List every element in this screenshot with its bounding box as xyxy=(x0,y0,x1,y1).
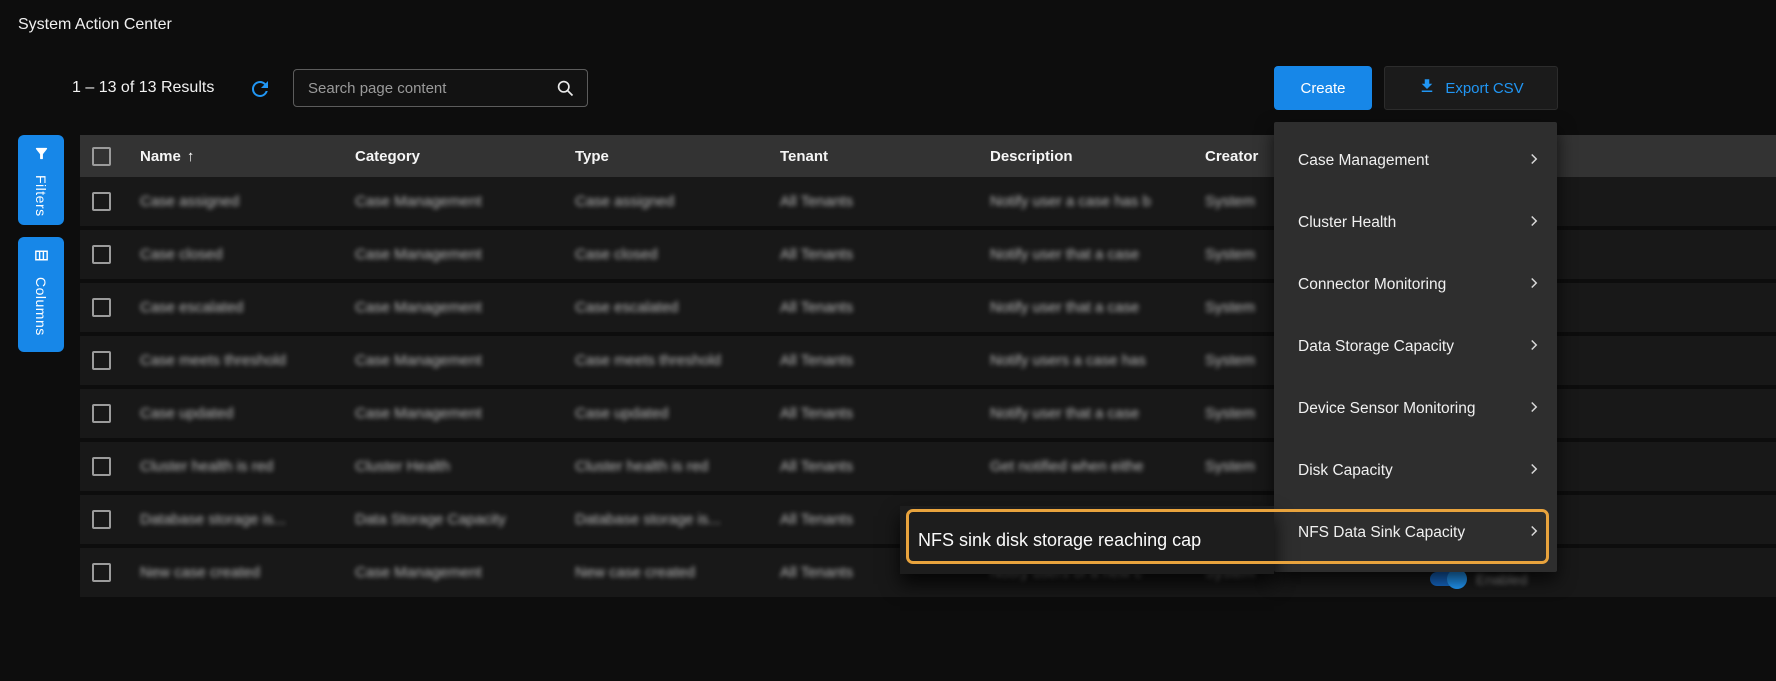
chevron-right-icon xyxy=(1525,336,1543,359)
chevron-right-icon xyxy=(1525,460,1543,483)
column-header-type[interactable]: Type xyxy=(575,148,780,165)
cell-tenant: All Tenants xyxy=(780,405,990,422)
cell-tenant: All Tenants xyxy=(780,458,990,475)
sort-ascending-icon: ↑ xyxy=(187,148,195,165)
column-header-name[interactable]: Name ↑ xyxy=(140,148,355,165)
cell-tenant: All Tenants xyxy=(780,352,990,369)
cell-category: Case Management xyxy=(355,246,575,263)
cell-type: Database storage is... xyxy=(575,511,780,528)
menu-item-label: Device Sensor Monitoring xyxy=(1298,400,1475,418)
menu-item-label: Case Management xyxy=(1298,152,1429,170)
search-box xyxy=(293,69,588,107)
cell-type: Case updated xyxy=(575,405,780,422)
refresh-icon xyxy=(248,88,272,105)
row-checkbox[interactable] xyxy=(92,298,111,317)
cell-name: Case meets threshold xyxy=(140,352,355,369)
row-checkbox[interactable] xyxy=(92,404,111,423)
menu-item-label: Disk Capacity xyxy=(1298,462,1393,480)
search-input[interactable] xyxy=(294,80,555,97)
cell-category: Case Management xyxy=(355,564,575,581)
cell-description: Get notified when eithe xyxy=(990,458,1205,475)
chevron-right-icon xyxy=(1525,522,1543,545)
cell-type: Cluster health is red xyxy=(575,458,780,475)
submenu-panel: NFS sink disk storage reaching cap xyxy=(900,506,1274,574)
row-checkbox[interactable] xyxy=(92,192,111,211)
cell-tenant: All Tenants xyxy=(780,246,990,263)
cell-type: New case created xyxy=(575,564,780,581)
cell-name: Cluster health is red xyxy=(140,458,355,475)
chevron-right-icon xyxy=(1525,212,1543,235)
submenu-item-nfs-sink[interactable]: NFS sink disk storage reaching cap xyxy=(900,530,1201,551)
row-enabled-toggle[interactable]: Enabled xyxy=(1430,571,1527,587)
columns-icon xyxy=(33,247,50,269)
cell-description: Notify users a case has xyxy=(990,352,1205,369)
cell-description: Notify user that a case xyxy=(990,405,1205,422)
row-checkbox[interactable] xyxy=(92,563,111,582)
menu-item[interactable]: NFS Data Sink Capacity xyxy=(1274,502,1557,564)
search-icon xyxy=(555,78,587,98)
cell-name: Case escalated xyxy=(140,299,355,316)
row-checkbox[interactable] xyxy=(92,245,111,264)
toggle-knob xyxy=(1447,569,1467,589)
chevron-right-icon xyxy=(1525,398,1543,421)
column-header-name-label: Name xyxy=(140,148,181,165)
menu-item[interactable]: Data Storage Capacity xyxy=(1274,316,1557,378)
menu-item[interactable]: Device Sensor Monitoring xyxy=(1274,378,1557,440)
cell-category: Case Management xyxy=(355,193,575,210)
download-icon xyxy=(1418,77,1436,99)
filters-label: Filters xyxy=(33,175,49,217)
results-count: 1 – 13 of 13 Results xyxy=(72,79,214,97)
chevron-right-icon xyxy=(1525,150,1543,173)
filters-button[interactable]: Filters xyxy=(18,135,64,225)
menu-item-label: Cluster Health xyxy=(1298,214,1396,232)
create-dropdown-menu: Case Management Cluster Health Connector… xyxy=(1274,122,1557,572)
refresh-button[interactable] xyxy=(248,77,274,103)
cell-type: Case assigned xyxy=(575,193,780,210)
cell-category: Case Management xyxy=(355,405,575,422)
select-all-checkbox[interactable] xyxy=(92,147,111,166)
cell-type: Case escalated xyxy=(575,299,780,316)
column-header-category[interactable]: Category xyxy=(355,148,575,165)
menu-item[interactable]: Connector Monitoring xyxy=(1274,254,1557,316)
page-title: System Action Center xyxy=(18,16,172,34)
cell-name: Case closed xyxy=(140,246,355,263)
export-csv-button[interactable]: Export CSV xyxy=(1384,66,1558,110)
menu-item-label: Data Storage Capacity xyxy=(1298,338,1454,356)
menu-item[interactable]: Case Management xyxy=(1274,130,1557,192)
cell-category: Data Storage Capacity xyxy=(355,511,575,528)
app-root: System Action Center 1 – 13 of 13 Result… xyxy=(0,0,1776,681)
row-checkbox[interactable] xyxy=(92,351,111,370)
cell-description: Notify user that a case xyxy=(990,246,1205,263)
menu-item[interactable]: Cluster Health xyxy=(1274,192,1557,254)
cell-tenant: All Tenants xyxy=(780,193,990,210)
cell-name: New case created xyxy=(140,564,355,581)
filter-icon xyxy=(33,145,50,167)
menu-item-label: Connector Monitoring xyxy=(1298,276,1446,294)
cell-category: Case Management xyxy=(355,352,575,369)
column-header-tenant[interactable]: Tenant xyxy=(780,148,990,165)
chevron-right-icon xyxy=(1525,274,1543,297)
cell-description: Notify user a case has b xyxy=(990,193,1205,210)
cell-name: Database storage is... xyxy=(140,511,355,528)
menu-item[interactable]: Disk Capacity xyxy=(1274,440,1557,502)
cell-tenant: All Tenants xyxy=(780,299,990,316)
columns-label: Columns xyxy=(33,277,49,336)
cell-category: Cluster Health xyxy=(355,458,575,475)
columns-button[interactable]: Columns xyxy=(18,237,64,352)
menu-item-label: NFS Data Sink Capacity xyxy=(1298,524,1465,542)
cell-type: Case closed xyxy=(575,246,780,263)
cell-type: Case meets threshold xyxy=(575,352,780,369)
row-checkbox[interactable] xyxy=(92,457,111,476)
cell-description: Notify user that a case xyxy=(990,299,1205,316)
export-csv-label: Export CSV xyxy=(1445,80,1523,97)
create-button[interactable]: Create xyxy=(1274,66,1372,110)
toggle-label: Enabled xyxy=(1476,571,1527,587)
row-checkbox[interactable] xyxy=(92,510,111,529)
cell-name: Case updated xyxy=(140,405,355,422)
column-header-description[interactable]: Description xyxy=(990,148,1205,165)
cell-category: Case Management xyxy=(355,299,575,316)
toggle-track[interactable] xyxy=(1430,572,1464,586)
cell-name: Case assigned xyxy=(140,193,355,210)
